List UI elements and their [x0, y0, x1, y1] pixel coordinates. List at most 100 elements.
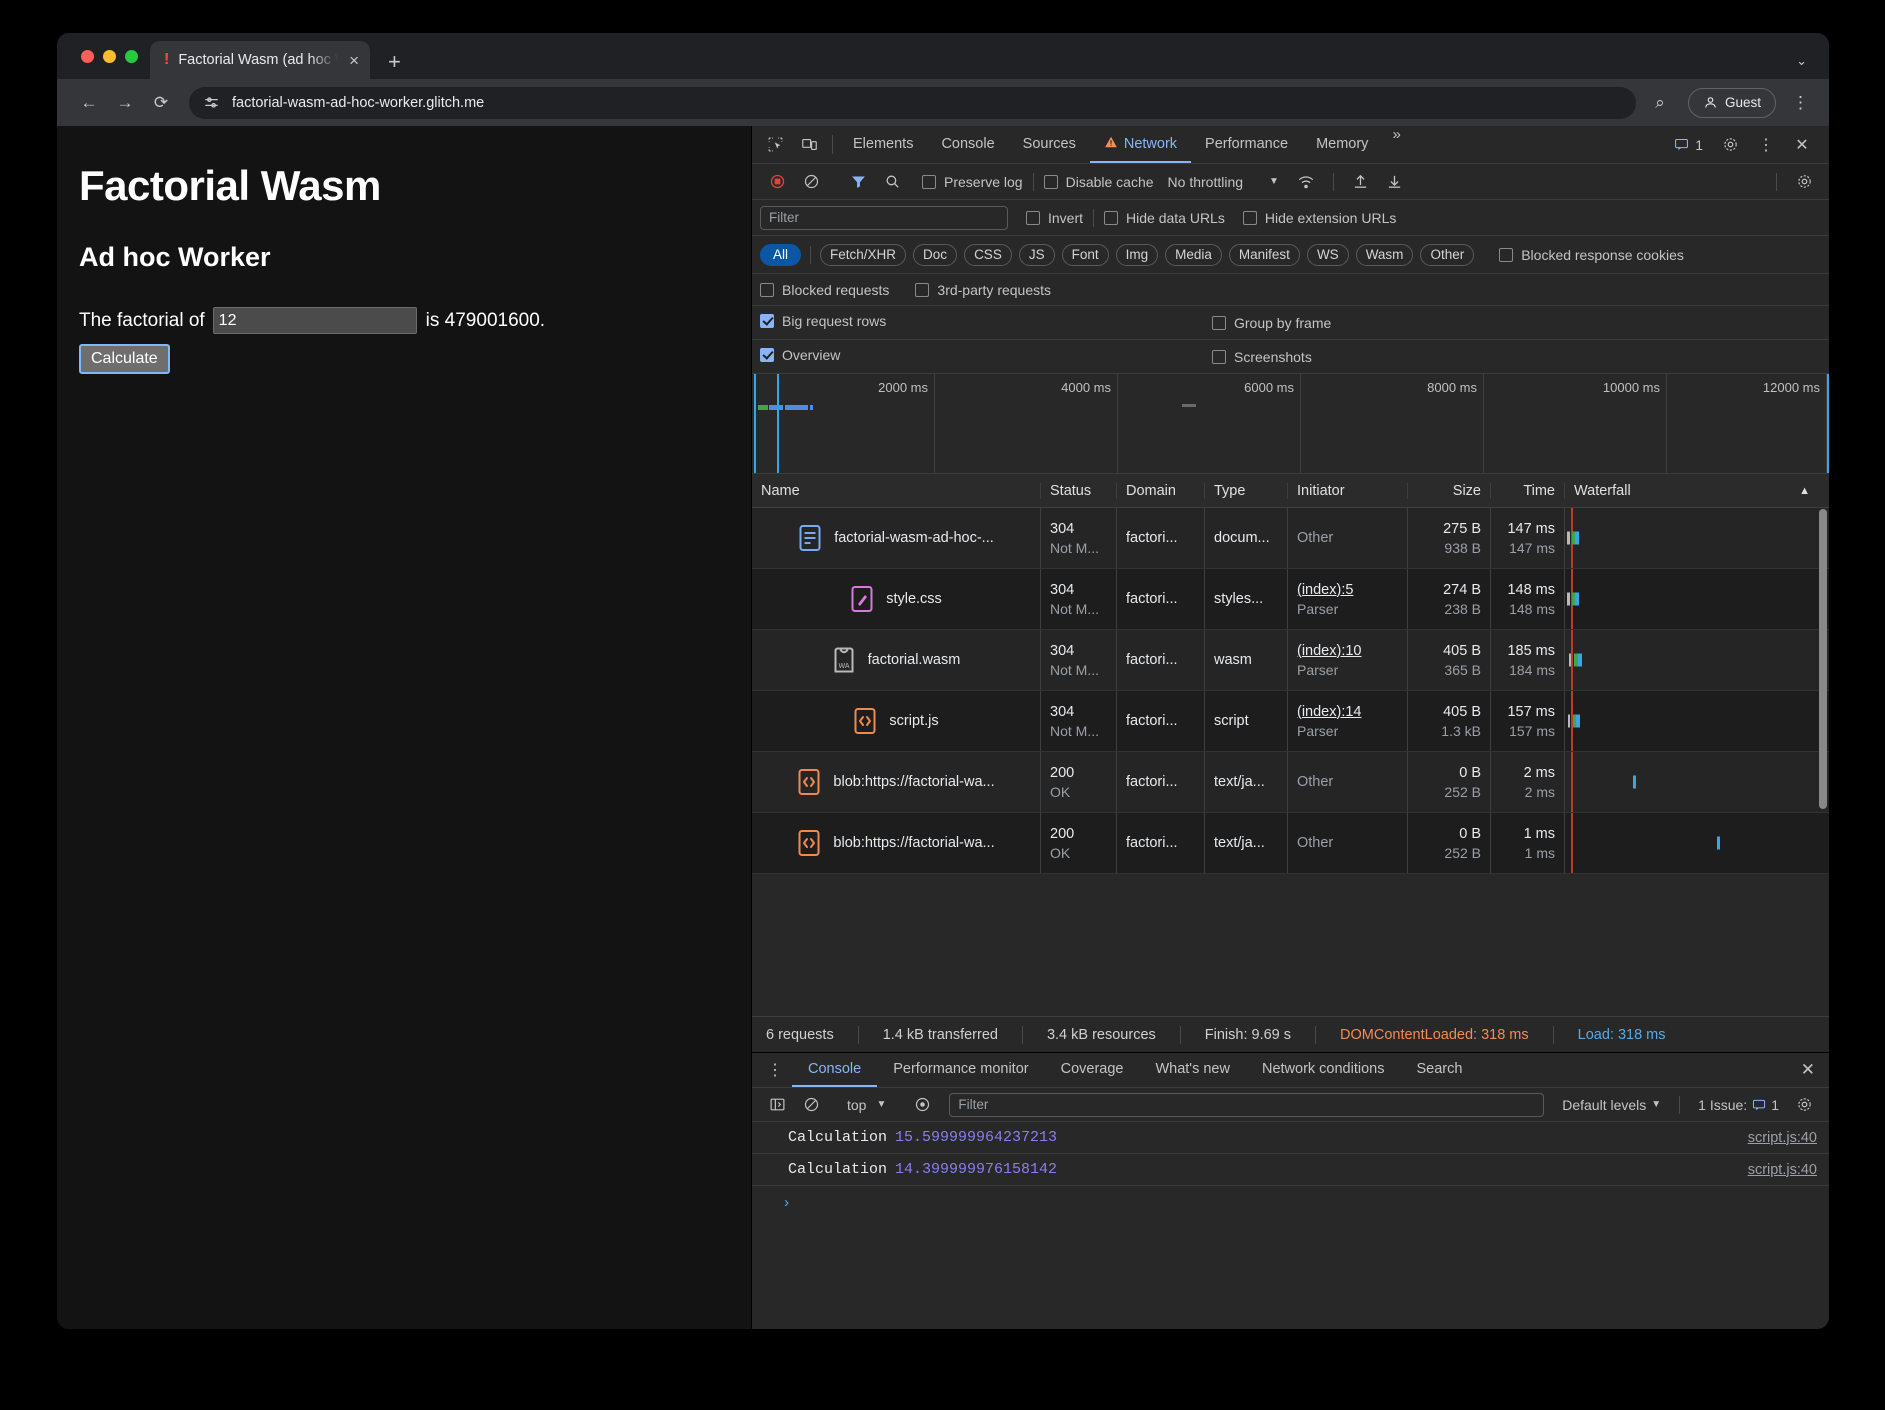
- clear-console-icon[interactable]: [794, 1096, 828, 1113]
- drawer-tab-coverage[interactable]: Coverage: [1045, 1053, 1140, 1087]
- table-row[interactable]: style.css 304 Not M... factori... styles…: [752, 569, 1829, 630]
- record-stop-icon[interactable]: [760, 173, 794, 190]
- request-name-cell[interactable]: blob:https://factorial-wa...: [752, 752, 1041, 812]
- site-settings-icon[interactable]: [203, 94, 220, 111]
- column-header-status[interactable]: Status: [1041, 483, 1117, 499]
- console-prompt[interactable]: ›: [752, 1186, 1829, 1212]
- drawer-tab-whats-new[interactable]: What's new: [1139, 1053, 1246, 1087]
- column-header-initiator[interactable]: Initiator: [1288, 483, 1408, 499]
- gear-icon[interactable]: [1787, 173, 1821, 190]
- device-toolbar-icon[interactable]: [792, 126, 826, 163]
- throttling-select[interactable]: No throttling ▼: [1168, 174, 1279, 190]
- hide-data-urls-checkbox[interactable]: Hide data URLs: [1104, 210, 1225, 226]
- filter-chip-all[interactable]: All: [760, 244, 801, 266]
- console-levels-select[interactable]: Default levels ▼: [1554, 1097, 1669, 1113]
- console-context-select[interactable]: top ▼: [841, 1097, 892, 1113]
- filter-chip-other[interactable]: Other: [1420, 244, 1474, 266]
- close-devtools-icon[interactable]: ✕: [1785, 135, 1819, 155]
- filter-chip-media[interactable]: Media: [1165, 244, 1222, 266]
- request-initiator-cell[interactable]: (index):5 Parser: [1288, 569, 1408, 629]
- search-icon[interactable]: [875, 173, 909, 190]
- blocked-requests-checkbox[interactable]: Blocked requests: [760, 282, 889, 298]
- import-har-icon[interactable]: [1344, 173, 1378, 190]
- filter-input[interactable]: [760, 206, 1008, 230]
- reload-icon[interactable]: ⟳: [143, 87, 179, 119]
- gear-icon[interactable]: [1787, 1096, 1821, 1113]
- console-filter-input[interactable]: [949, 1093, 1544, 1117]
- filter-icon[interactable]: [841, 173, 875, 190]
- filter-chip-wasm[interactable]: Wasm: [1356, 244, 1414, 266]
- disable-cache-checkbox[interactable]: Disable cache: [1044, 174, 1154, 190]
- clear-icon[interactable]: [794, 173, 828, 190]
- console-message[interactable]: Calculation 15.599999964237213 script.js…: [752, 1122, 1829, 1154]
- column-header-time[interactable]: Time: [1491, 483, 1565, 499]
- close-drawer-icon[interactable]: ✕: [1787, 1060, 1829, 1080]
- window-controls[interactable]: [73, 33, 150, 79]
- drawer-tab-performance-monitor[interactable]: Performance monitor: [877, 1053, 1044, 1087]
- request-name-cell[interactable]: blob:https://factorial-wa...: [752, 813, 1041, 873]
- search-icon[interactable]: ⌕: [1642, 87, 1678, 119]
- forward-icon[interactable]: →: [107, 87, 143, 119]
- table-scrollbar[interactable]: [1819, 509, 1827, 809]
- request-name-cell[interactable]: factorial-wasm-ad-hoc-...: [752, 508, 1041, 568]
- profile-button[interactable]: Guest: [1688, 88, 1776, 118]
- inspect-icon[interactable]: [758, 126, 792, 163]
- tab-console[interactable]: Console: [927, 126, 1008, 163]
- tab-performance[interactable]: Performance: [1191, 126, 1302, 163]
- chevron-down-icon[interactable]: ⌄: [1796, 53, 1807, 69]
- table-row[interactable]: blob:https://factorial-wa... 200 OK fact…: [752, 813, 1829, 874]
- console-message[interactable]: Calculation 14.399999976158142 script.js…: [752, 1154, 1829, 1186]
- back-icon[interactable]: ←: [71, 87, 107, 119]
- request-name-cell[interactable]: script.js: [752, 691, 1041, 751]
- browser-menu-icon[interactable]: ⋮: [1786, 93, 1815, 113]
- request-initiator-cell[interactable]: (index):10 Parser: [1288, 630, 1408, 690]
- console-sidebar-icon[interactable]: [760, 1096, 794, 1113]
- blocked-response-cookies-checkbox[interactable]: Blocked response cookies: [1499, 247, 1684, 263]
- initiator-link[interactable]: (index):5: [1297, 582, 1398, 598]
- filter-chip-css[interactable]: CSS: [964, 244, 1012, 266]
- screenshots-checkbox[interactable]: Screenshots: [1212, 349, 1312, 365]
- browser-tab[interactable]: ! Factorial Wasm (ad hoc Work ×: [150, 41, 370, 79]
- filter-chip-img[interactable]: Img: [1116, 244, 1159, 266]
- column-header-name[interactable]: Name: [752, 483, 1041, 499]
- group-by-frame-checkbox[interactable]: Group by frame: [1212, 315, 1331, 331]
- factorial-input[interactable]: [213, 307, 417, 334]
- column-header-type[interactable]: Type: [1205, 483, 1288, 499]
- hide-extension-urls-checkbox[interactable]: Hide extension URLs: [1243, 210, 1397, 226]
- invert-checkbox[interactable]: Invert: [1026, 210, 1083, 226]
- filter-chip-ws[interactable]: WS: [1307, 244, 1349, 266]
- network-conditions-icon[interactable]: [1289, 173, 1323, 191]
- table-row[interactable]: WA factorial.wasm 304 Not M... factori..…: [752, 630, 1829, 691]
- console-message-source[interactable]: script.js:40: [1748, 1162, 1817, 1178]
- drawer-menu-icon[interactable]: ⋮: [758, 1060, 792, 1080]
- table-row[interactable]: factorial-wasm-ad-hoc-... 304 Not M... f…: [752, 508, 1829, 569]
- new-tab-button[interactable]: +: [388, 51, 401, 73]
- export-har-icon[interactable]: [1378, 173, 1412, 190]
- request-initiator-cell[interactable]: (index):14 Parser: [1288, 691, 1408, 751]
- calculate-button[interactable]: Calculate: [79, 344, 170, 374]
- overview-right-handle[interactable]: [1827, 374, 1829, 473]
- table-row[interactable]: blob:https://factorial-wa... 200 OK fact…: [752, 752, 1829, 813]
- column-header-size[interactable]: Size: [1408, 483, 1491, 499]
- tab-network[interactable]: Network: [1090, 126, 1191, 163]
- tab-memory[interactable]: Memory: [1302, 126, 1382, 163]
- tab-elements[interactable]: Elements: [839, 126, 927, 163]
- close-window-button[interactable]: [81, 50, 94, 63]
- third-party-requests-checkbox[interactable]: 3rd-party requests: [915, 282, 1051, 298]
- minimize-window-button[interactable]: [103, 50, 116, 63]
- drawer-tab-console[interactable]: Console: [792, 1053, 877, 1087]
- network-overview-timeline[interactable]: 2000 ms 4000 ms 6000 ms 8000 ms 10000 ms…: [752, 374, 1829, 474]
- filter-chip-doc[interactable]: Doc: [913, 244, 957, 266]
- filter-chip-js[interactable]: JS: [1019, 244, 1055, 266]
- console-message-source[interactable]: script.js:40: [1748, 1130, 1817, 1146]
- filter-chip-manifest[interactable]: Manifest: [1229, 244, 1300, 266]
- table-row[interactable]: script.js 304 Not M... factori... script…: [752, 691, 1829, 752]
- initiator-link[interactable]: (index):14: [1297, 704, 1398, 720]
- issues-counter[interactable]: 1: [1666, 137, 1711, 153]
- preserve-log-checkbox[interactable]: Preserve log: [922, 174, 1023, 190]
- close-tab-icon[interactable]: ×: [347, 52, 361, 69]
- overview-left-handle[interactable]: [754, 374, 756, 473]
- column-header-domain[interactable]: Domain: [1117, 483, 1205, 499]
- drawer-tab-network-conditions[interactable]: Network conditions: [1246, 1053, 1401, 1087]
- maximize-window-button[interactable]: [125, 50, 138, 63]
